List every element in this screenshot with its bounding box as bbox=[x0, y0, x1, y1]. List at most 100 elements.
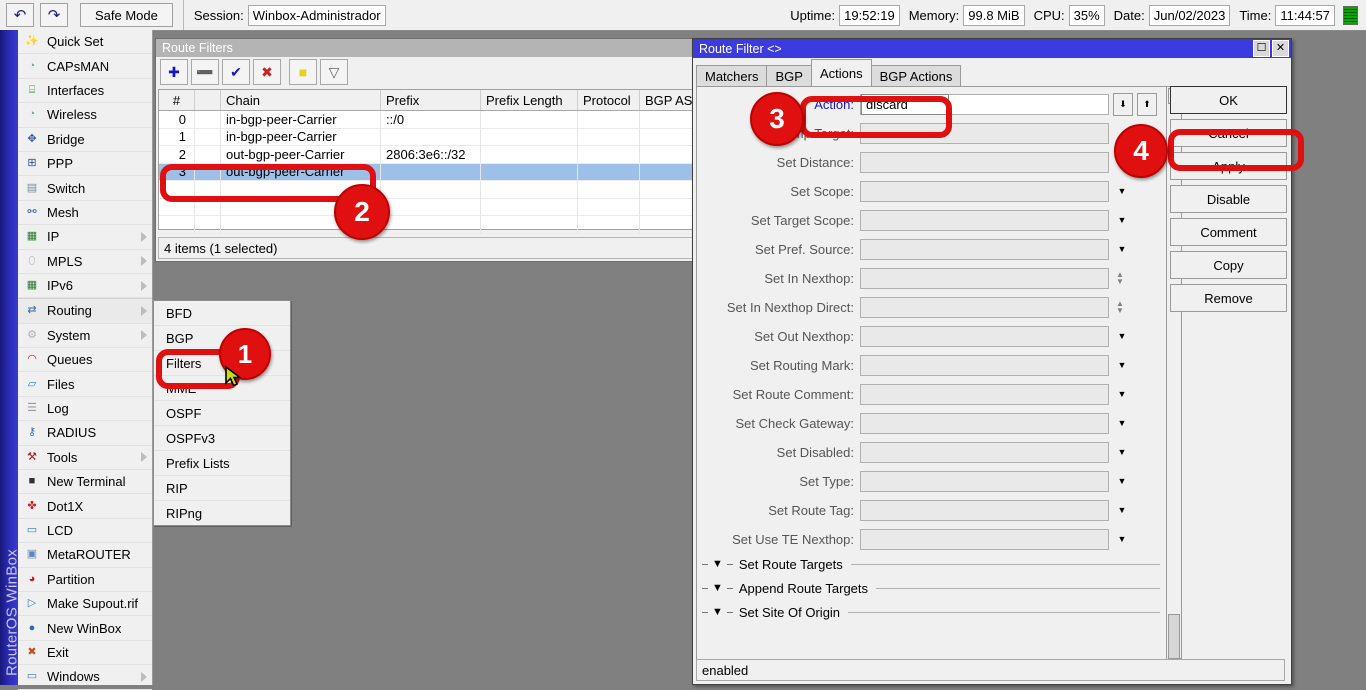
safe-mode-button[interactable]: Safe Mode bbox=[80, 3, 173, 27]
column-header[interactable] bbox=[195, 90, 221, 110]
column-header[interactable]: # bbox=[159, 90, 195, 110]
submenu-item-ospf[interactable]: OSPF bbox=[154, 401, 290, 426]
menu-item-dot1x[interactable]: ✤Dot1X bbox=[18, 494, 152, 518]
menu-item-switch[interactable]: ▤Switch bbox=[18, 176, 152, 200]
field-input-set-type[interactable] bbox=[860, 471, 1109, 492]
menu-item-radius[interactable]: ⚷RADIUS bbox=[18, 421, 152, 445]
menu-item-mpls[interactable]: ⬯MPLS bbox=[18, 250, 152, 274]
triangle-down-icon[interactable]: ▼ bbox=[712, 606, 723, 618]
copy-button[interactable]: Copy bbox=[1170, 251, 1287, 279]
menu-item-exit[interactable]: ✖Exit bbox=[18, 641, 152, 665]
cancel-button[interactable]: Cancel bbox=[1170, 119, 1287, 147]
column-header[interactable]: Prefix bbox=[381, 90, 481, 110]
field-input-set-route-tag[interactable] bbox=[860, 500, 1109, 521]
tab-bgp[interactable]: BGP bbox=[766, 65, 811, 87]
menu-item-capsman[interactable]: ◔CAPsMAN bbox=[18, 54, 152, 78]
menu-item-routing[interactable]: ⇄Routing bbox=[18, 298, 152, 323]
field-input-set-routing-mark[interactable] bbox=[860, 355, 1109, 376]
field-input-set-in-nexthop-direct[interactable] bbox=[860, 297, 1109, 318]
field-input-jump-target[interactable] bbox=[860, 123, 1109, 144]
restore-icon[interactable]: ☐ bbox=[1253, 40, 1270, 57]
chevron-down-icon[interactable]: ▼ bbox=[1113, 210, 1131, 231]
menu-item-ipv6[interactable]: ▦IPv6 bbox=[18, 274, 152, 298]
submenu-item-mme[interactable]: MME bbox=[154, 376, 290, 401]
submenu-item-rip[interactable]: RIP bbox=[154, 476, 290, 501]
chevron-down-icon[interactable]: ▼ bbox=[1113, 326, 1131, 347]
menu-item-queues[interactable]: ◠Queues bbox=[18, 348, 152, 372]
menu-item-wireless[interactable]: ◔Wireless bbox=[18, 103, 152, 127]
chevron-down-icon[interactable]: ▼ bbox=[1113, 500, 1131, 521]
field-input-set-pref-source[interactable] bbox=[860, 239, 1109, 260]
tab-bgp-actions[interactable]: BGP Actions bbox=[871, 65, 962, 87]
chevron-down-icon[interactable]: ▼ bbox=[1113, 442, 1131, 463]
field-input-set-scope[interactable] bbox=[860, 181, 1109, 202]
submenu-item-ripng[interactable]: RIPng bbox=[154, 501, 290, 525]
column-header[interactable]: Prefix Length bbox=[481, 90, 578, 110]
filter-button[interactable]: ▽ bbox=[320, 59, 348, 85]
column-header[interactable]: Chain bbox=[221, 90, 381, 110]
chevron-down-icon[interactable]: ▼ bbox=[1113, 471, 1131, 492]
add-button[interactable]: ✚ bbox=[160, 59, 188, 85]
remove-button[interactable]: ➖ bbox=[191, 59, 219, 85]
submenu-item-bfd[interactable]: BFD bbox=[154, 301, 290, 326]
comment-button[interactable]: Comment bbox=[1170, 218, 1287, 246]
menu-item-tools[interactable]: ⚒Tools bbox=[18, 446, 152, 470]
spinner-icon[interactable]: ▲▼ bbox=[1113, 297, 1127, 318]
remove-button[interactable]: Remove bbox=[1170, 284, 1287, 312]
menu-item-windows[interactable]: ▭Windows bbox=[18, 665, 152, 689]
session-value[interactable]: Winbox-Administrador bbox=[248, 5, 386, 26]
field-input-set-use-te-nexthop[interactable] bbox=[860, 529, 1109, 550]
column-header[interactable]: BGP AS P bbox=[640, 90, 693, 110]
menu-item-lcd[interactable]: ▭LCD bbox=[18, 519, 152, 543]
menu-item-log[interactable]: ☰Log bbox=[18, 397, 152, 421]
ok-button[interactable]: OK bbox=[1170, 86, 1287, 114]
triangle-down-icon[interactable]: ▼ bbox=[712, 558, 723, 570]
table-row[interactable]: 1in-bgp-peer-Carrier bbox=[159, 129, 693, 147]
apply-button[interactable]: Apply bbox=[1170, 152, 1287, 180]
collapsible-append-route-targets[interactable]: ▼Append Route Targets bbox=[697, 577, 1166, 599]
close-icon[interactable]: ✕ bbox=[1272, 40, 1289, 57]
disable-button[interactable]: Disable bbox=[1170, 185, 1287, 213]
menu-item-quick-set[interactable]: ✨Quick Set bbox=[18, 30, 152, 54]
menu-item-make-supout-rif[interactable]: ▷Make Supout.rif bbox=[18, 592, 152, 616]
menu-item-ppp[interactable]: ⊞PPP bbox=[18, 152, 152, 176]
undo-icon[interactable]: ↶ bbox=[6, 3, 34, 27]
collapsible-set-site-of-origin[interactable]: ▼Set Site Of Origin bbox=[697, 601, 1166, 623]
submenu-item-prefix-lists[interactable]: Prefix Lists bbox=[154, 451, 290, 476]
chevron-down-icon[interactable]: ▼ bbox=[1113, 239, 1131, 260]
menu-item-new-terminal[interactable]: ■New Terminal bbox=[18, 470, 152, 494]
chevron-down-icon[interactable]: ▼ bbox=[1113, 384, 1131, 405]
field-input-set-out-nexthop[interactable] bbox=[860, 326, 1109, 347]
column-header[interactable]: Protocol bbox=[578, 90, 640, 110]
action-collapse-icon[interactable]: ⬆ bbox=[1137, 93, 1157, 116]
menu-item-mesh[interactable]: ⚯Mesh bbox=[18, 201, 152, 225]
action-dropdown-icon[interactable]: ⬇ bbox=[1113, 93, 1133, 116]
triangle-down-icon[interactable]: ▼ bbox=[712, 582, 723, 594]
field-input-set-route-comment[interactable] bbox=[860, 384, 1109, 405]
chevron-down-icon[interactable]: ▼ bbox=[1113, 181, 1131, 202]
menu-item-interfaces[interactable]: ⌸Interfaces bbox=[18, 79, 152, 103]
menu-item-bridge[interactable]: ✥Bridge bbox=[18, 128, 152, 152]
enable-button[interactable]: ✔ bbox=[222, 59, 250, 85]
comment-button[interactable]: ■ bbox=[289, 59, 317, 85]
chevron-down-icon[interactable]: ▼ bbox=[1113, 529, 1131, 550]
redo-icon[interactable]: ↷ bbox=[40, 3, 68, 27]
menu-item-partition[interactable]: ◕Partition bbox=[18, 568, 152, 592]
field-input-action[interactable]: discard bbox=[860, 94, 1109, 115]
disable-button[interactable]: ✖ bbox=[253, 59, 281, 85]
field-input-set-in-nexthop[interactable] bbox=[860, 268, 1109, 289]
menu-item-files[interactable]: ▱Files bbox=[18, 372, 152, 396]
menu-item-ip[interactable]: ▦IP bbox=[18, 225, 152, 249]
field-input-set-distance[interactable] bbox=[860, 152, 1109, 173]
submenu-item-ospfv3[interactable]: OSPFv3 bbox=[154, 426, 290, 451]
field-input-set-target-scope[interactable] bbox=[860, 210, 1109, 231]
menu-item-metarouter[interactable]: ▣MetaROUTER bbox=[18, 543, 152, 567]
field-input-set-check-gateway[interactable] bbox=[860, 413, 1109, 434]
table-row[interactable]: 2out-bgp-peer-Carrier2806:3e6::/32 bbox=[159, 146, 693, 164]
field-value-action[interactable]: discard bbox=[861, 94, 949, 115]
tab-actions[interactable]: Actions bbox=[811, 59, 872, 87]
field-input-set-disabled[interactable] bbox=[860, 442, 1109, 463]
collapsible-set-route-targets[interactable]: ▼Set Route Targets bbox=[697, 553, 1166, 575]
spinner-icon[interactable]: ▲▼ bbox=[1113, 268, 1127, 289]
table-row[interactable]: 3out-bgp-peer-Carrier bbox=[159, 164, 693, 182]
